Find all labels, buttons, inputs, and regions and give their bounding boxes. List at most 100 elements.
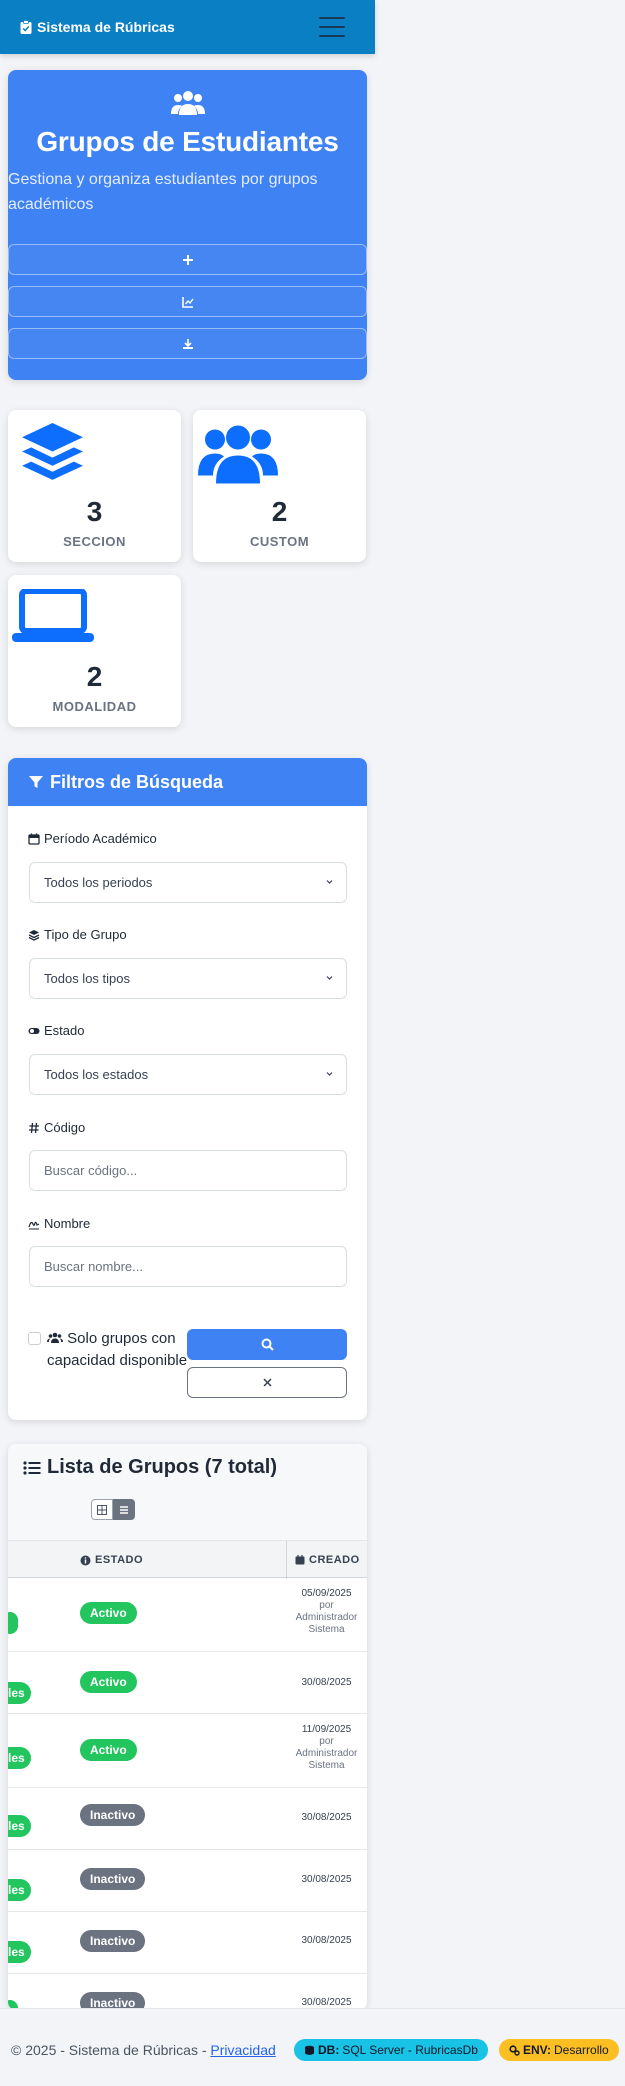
type-badge: les	[8, 1747, 31, 1769]
info-circle-icon	[80, 1555, 91, 1565]
chevron-down-icon	[326, 880, 333, 884]
layer-group-icon	[28, 929, 40, 941]
page-title: Grupos de Estudiantes	[36, 126, 339, 157]
list-icon	[120, 1505, 128, 1514]
status-badge: Inactivo	[80, 1868, 146, 1890]
capacidad-checkbox[interactable]	[28, 1332, 41, 1345]
table-row[interactable]: Inactivo 30/08/2025	[8, 1974, 367, 2010]
type-badge: les	[8, 1682, 31, 1704]
groups-list-card: Lista de Grupos (7 total) ESTADO CREADO …	[8, 1444, 367, 2010]
nombre-label: Nombre	[28, 1216, 90, 1231]
filters-header: Filtros de Búsqueda	[8, 758, 367, 806]
menu-toggle-icon[interactable]	[319, 17, 345, 37]
close-icon	[262, 1378, 272, 1387]
stat-value: 3	[86, 496, 103, 527]
layer-group-icon	[22, 423, 83, 480]
codigo-input[interactable]	[29, 1150, 347, 1191]
calendar-icon	[28, 833, 40, 845]
chevron-down-icon	[326, 1072, 333, 1076]
created-cell: 30/08/2025	[301, 1935, 352, 1946]
users-icon	[8, 88, 367, 123]
stat-card-modalidad: 2 MODALIDAD	[8, 575, 181, 727]
list-title: Lista de Grupos (7 total)	[23, 1456, 277, 1479]
calendar-icon	[295, 1555, 305, 1565]
list-icon	[23, 1460, 41, 1475]
clipboard-check-icon	[20, 20, 32, 34]
database-icon	[305, 2045, 314, 2055]
hashtag-icon	[29, 1122, 39, 1133]
nombre-input[interactable]	[29, 1246, 347, 1287]
stat-label: SECCION	[63, 534, 126, 549]
add-group-button[interactable]	[8, 244, 367, 275]
table-row[interactable]: les Inactivo 30/08/2025	[8, 1912, 367, 1974]
stat-label: CUSTOM	[249, 534, 310, 549]
periodo-label: Período Académico	[28, 831, 157, 846]
list-header: Lista de Grupos (7 total)	[8, 1444, 367, 1540]
users-icon	[198, 425, 278, 484]
status-badge: Activo	[80, 1671, 137, 1693]
tipo-label: Tipo de Grupo	[28, 927, 127, 942]
chart-icon	[181, 296, 194, 308]
created-cell: 30/08/2025	[301, 1677, 352, 1688]
search-icon	[261, 1338, 274, 1351]
created-cell: 11/09/2025 por Administrador Sistema	[295, 1724, 358, 1771]
stat-card-custom: 2 CUSTOM	[193, 410, 366, 562]
capacidad-filter: Solo grupos con capacidad disponible	[28, 1328, 188, 1372]
periodo-select[interactable]: Todos los periodos	[29, 862, 347, 903]
toggle-icon	[28, 1027, 40, 1034]
capacidad-label: Solo grupos con capacidad disponible	[47, 1330, 188, 1369]
tipo-select[interactable]: Todos los tipos	[29, 958, 347, 999]
env-badge: ENV: Desarrollo	[499, 2039, 619, 2061]
download-icon	[182, 338, 193, 349]
cogs-icon	[509, 2044, 520, 2056]
table-row[interactable]: les Activo 30/08/2025	[8, 1652, 367, 1714]
clear-filters-button[interactable]	[187, 1367, 347, 1398]
grid-view-button[interactable]	[91, 1499, 113, 1520]
table-row[interactable]: les Activo 11/09/2025 por Administrador …	[8, 1714, 367, 1788]
created-cell: 05/09/2025 por Administrador Sistema	[295, 1588, 358, 1635]
type-badge	[8, 1612, 18, 1634]
db-badge: DB: SQL Server - RubricasDb	[294, 2039, 488, 2061]
users-icon	[47, 1332, 63, 1343]
estado-select[interactable]: Todos los estados	[29, 1054, 347, 1095]
filter-icon	[29, 776, 43, 788]
hero-card: Grupos de Estudiantes Gestiona y organiz…	[8, 70, 367, 380]
estado-label: Estado	[28, 1023, 84, 1038]
signature-icon	[28, 1221, 40, 1229]
statistics-button[interactable]	[8, 286, 367, 317]
filters-card: Filtros de Búsqueda Período Académico To…	[8, 758, 367, 1420]
privacy-link[interactable]: Privacidad	[210, 2042, 275, 2058]
list-view-button[interactable]	[113, 1499, 135, 1520]
stat-card-seccion: 3 SECCION	[8, 410, 181, 562]
export-button[interactable]	[8, 328, 367, 359]
laptop-icon	[12, 589, 94, 642]
brand-link[interactable]: Sistema de Rúbricas	[20, 19, 175, 35]
table-row[interactable]: Activo 05/09/2025 por Administrador Sist…	[8, 1578, 367, 1652]
navbar: Sistema de Rúbricas	[0, 0, 375, 54]
codigo-label: Código	[28, 1120, 85, 1135]
brand-text: Sistema de Rúbricas	[37, 19, 175, 35]
view-toggle	[91, 1499, 135, 1520]
status-badge: Activo	[80, 1602, 137, 1624]
table-row[interactable]: les Inactivo 30/08/2025	[8, 1850, 367, 1912]
search-button[interactable]	[187, 1329, 347, 1360]
stat-label: MODALIDAD	[52, 699, 137, 714]
col-creado[interactable]: CREADO	[295, 1554, 360, 1566]
chevron-down-icon	[326, 976, 333, 980]
created-cell: 30/08/2025	[301, 1874, 352, 1885]
filters-title: Filtros de Búsqueda	[50, 771, 224, 792]
stat-value: 2	[271, 496, 288, 527]
stat-value: 2	[86, 661, 103, 692]
type-badge: les	[8, 1815, 31, 1837]
page-subtitle: Gestiona y organiza estudiantes por grup…	[8, 171, 318, 213]
grid-icon	[97, 1504, 107, 1515]
plus-icon	[182, 254, 193, 265]
footer-text: © 2025 - Sistema de Rúbricas - Privacida…	[11, 2042, 276, 2058]
type-badge: les	[8, 1941, 31, 1963]
status-badge: Inactivo	[80, 1930, 146, 1952]
created-cell: 30/08/2025	[301, 1812, 352, 1823]
col-estado[interactable]: ESTADO	[80, 1554, 143, 1566]
table-row[interactable]: les Inactivo 30/08/2025	[8, 1788, 367, 1850]
table-header: ESTADO CREADO	[8, 1540, 367, 1579]
status-badge: Activo	[80, 1739, 137, 1761]
